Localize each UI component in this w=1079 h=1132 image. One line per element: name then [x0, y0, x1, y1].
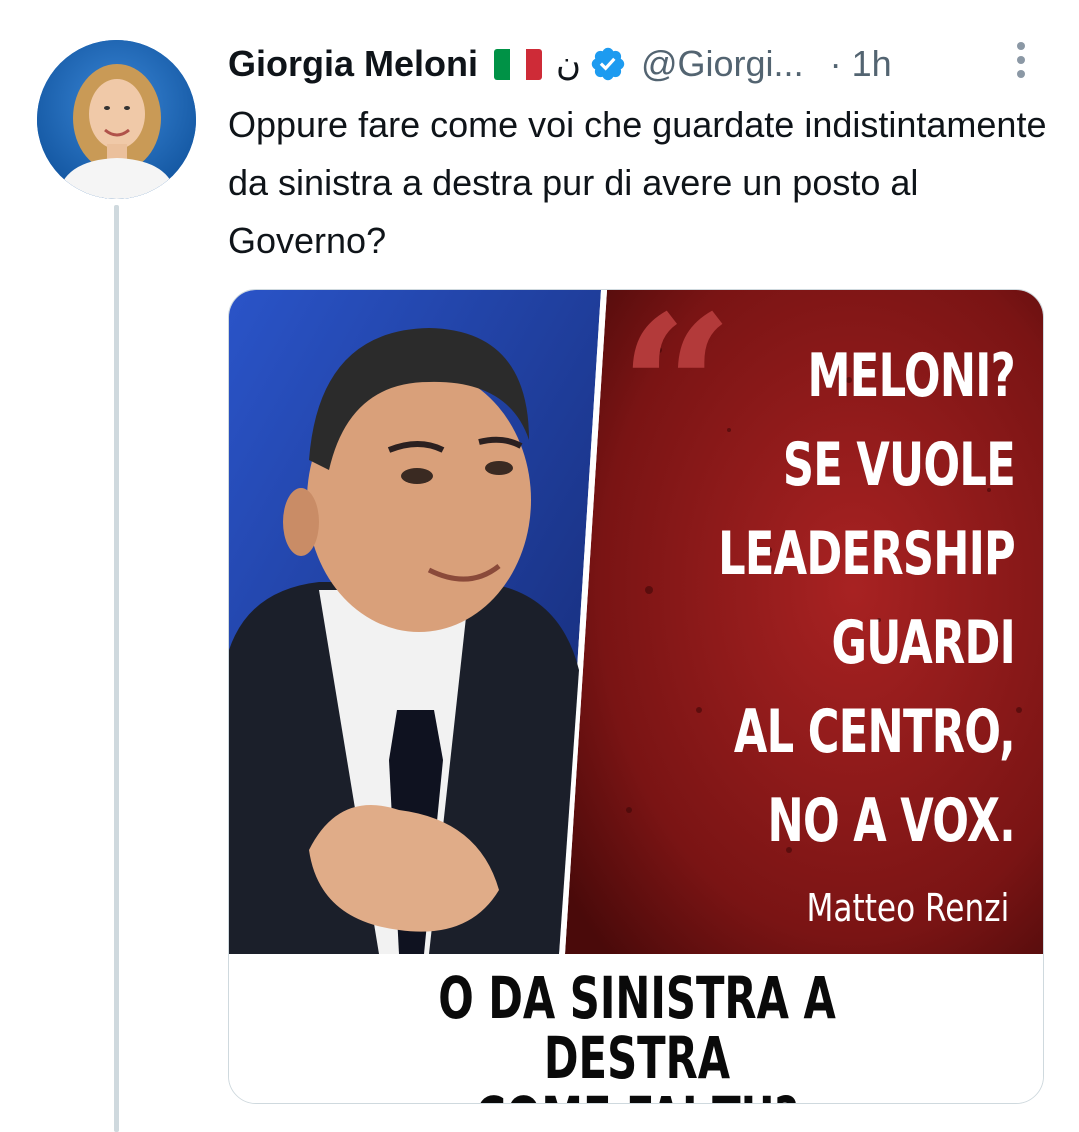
timestamp[interactable]: 1h	[852, 43, 892, 85]
poster-caption-band: O DA SINISTRA A DESTRA COME FAI TU?	[229, 954, 1043, 1103]
display-name[interactable]: Giorgia Meloni	[228, 43, 478, 85]
avatar[interactable]	[37, 40, 196, 199]
separator: ·	[829, 43, 842, 84]
poster-quote: MELONI? SE VUOLE LEADERSHIP GUARDI AL CE…	[718, 341, 1016, 856]
more-options-icon[interactable]	[1010, 40, 1032, 80]
verified-badge-icon	[591, 47, 625, 81]
tweet-text: Oppure fare come voi che guardate indist…	[228, 104, 1047, 261]
thread-line	[114, 205, 119, 1132]
poster-attribution: Matteo Renzi	[806, 886, 1009, 930]
tweet-media[interactable]: “ MELONI? SE VUOLE LEADERSHIP GUARDI AL …	[228, 289, 1044, 1104]
tweet-header: Giorgia Meloni ن @Giorgi... · 1h	[228, 38, 892, 90]
author-handle[interactable]: @Giorgi...	[641, 43, 804, 85]
poster-caption: O DA SINISTRA A DESTRA COME FAI TU?	[438, 964, 836, 1103]
name-symbol: ن	[556, 44, 581, 84]
tweet[interactable]: Giorgia Meloni ن @Giorgi... · 1h Oppure …	[0, 0, 1079, 1132]
italian-flag-icon	[494, 48, 543, 80]
avatar-photo	[37, 40, 196, 199]
